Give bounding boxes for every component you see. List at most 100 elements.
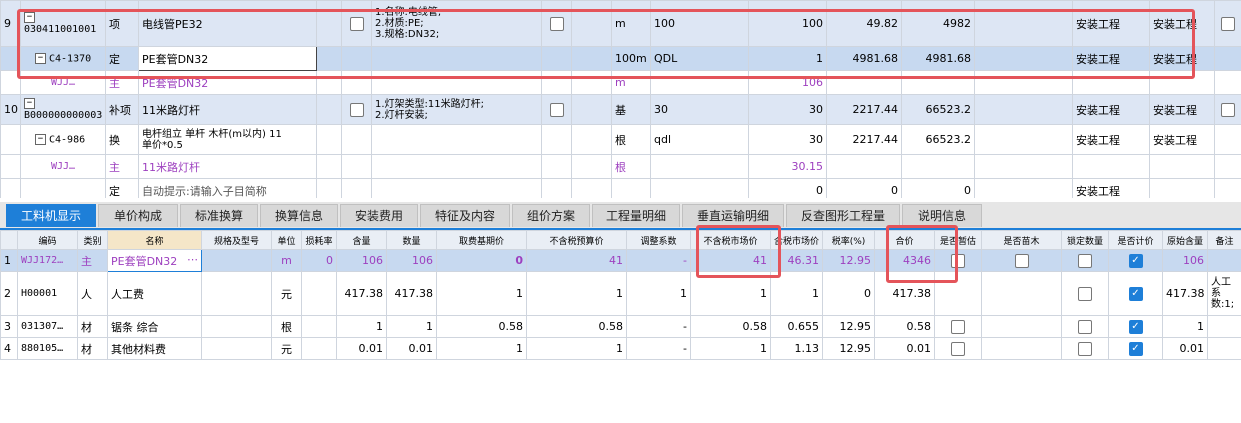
material-remark[interactable] [1207, 337, 1241, 360]
material-spec[interactable] [201, 249, 272, 272]
tab-unit-price[interactable]: 单价构成 [98, 204, 178, 227]
checkbox-icon[interactable] [1078, 319, 1092, 334]
material-code[interactable]: 880105… [17, 337, 78, 360]
tab-pricing-scheme[interactable]: 组价方案 [512, 204, 590, 227]
estimate-checkbox-cell[interactable] [934, 315, 982, 338]
header-base-price[interactable]: 取费基期价 [436, 230, 527, 250]
priced-checkbox-cell[interactable]: ✓ [1108, 271, 1163, 316]
header-type[interactable]: 类别 [77, 230, 108, 250]
header-loss[interactable]: 损耗率 [301, 230, 337, 250]
material-tax-rate[interactable]: 0 [822, 271, 875, 316]
material-row-4[interactable]: 4 880105… 材 其他材料费 元 0.01 0.01 1 1 - 1 1.… [0, 337, 1241, 360]
material-qty[interactable]: 106 [386, 249, 437, 272]
tab-conversion-info[interactable]: 换算信息 [260, 204, 338, 227]
checkbox-icon[interactable] [1221, 16, 1235, 31]
material-name[interactable]: 其他材料费 [107, 337, 202, 360]
bill-row-9[interactable]: 9 −030411001001 项 电线管PE32 1.名称:电线管; 2.材质:… [0, 0, 1241, 47]
bill-subrow-main-material[interactable]: WJJ… 主 PE套管DN32 m 106 [0, 70, 1241, 95]
checkbox-cell[interactable] [1214, 94, 1241, 125]
item-qty-expr[interactable]: QDL [650, 46, 749, 71]
checkbox-icon[interactable] [549, 102, 564, 117]
material-adjust[interactable]: - [626, 315, 691, 338]
checkbox-icon[interactable] [1078, 286, 1092, 301]
item-name[interactable]: 11米路灯杆 [138, 154, 317, 179]
material-row-2[interactable]: 2 H00001 人 人工费 元 417.38 417.38 1 1 1 1 1… [0, 271, 1241, 316]
lock-checkbox-cell[interactable] [1061, 271, 1109, 316]
header-is-seedling[interactable]: 是否苗木 [981, 230, 1062, 250]
checkbox-cell[interactable] [541, 0, 572, 47]
item-qty-expr[interactable]: 100 [650, 0, 749, 47]
material-market-price[interactable]: 0.58 [690, 315, 771, 338]
bill-subrow-c4-1370[interactable]: − C4-1370 定 PE套管DN32 100m QDL 1 4981.68 4… [0, 46, 1241, 71]
lock-checkbox-cell[interactable] [1061, 249, 1109, 272]
material-remark[interactable] [1207, 249, 1241, 272]
checkbox-icon[interactable] [951, 319, 965, 334]
header-adjust[interactable]: 调整系数 [626, 230, 691, 250]
tab-description[interactable]: 说明信息 [902, 204, 982, 227]
checkbox-checked-icon[interactable]: ✓ [1128, 319, 1143, 334]
header-is-estimate[interactable]: 是否暂估 [934, 230, 982, 250]
item-code[interactable]: WJJ… [20, 154, 106, 179]
material-name[interactable]: 人工费 [107, 271, 202, 316]
material-loss[interactable] [301, 337, 337, 360]
priced-checkbox-cell[interactable]: ✓ [1108, 337, 1163, 360]
header-name[interactable]: 名称 [107, 230, 202, 250]
material-code[interactable]: H00001 [17, 271, 78, 316]
material-name[interactable]: 锯条 综合 [107, 315, 202, 338]
material-row-1[interactable]: 1 WJJ172… 主 PE套管DN32 ⋯ m 0 106 106 0 41 … [0, 249, 1241, 272]
header-remark[interactable]: 备注 [1207, 230, 1241, 250]
header-qty[interactable]: 数量 [386, 230, 437, 250]
material-market-price[interactable]: 1 [690, 337, 771, 360]
item-spec[interactable]: 1.灯架类型:11米路灯杆; 2.灯杆安装; [371, 94, 542, 125]
tab-features[interactable]: 特征及内容 [420, 204, 510, 227]
material-adjust[interactable]: - [626, 337, 691, 360]
bill-subrow-new[interactable]: 定 自动提示:请输入子目简称 0 0 0 安装工程 [0, 178, 1241, 198]
material-qty[interactable]: 0.01 [386, 337, 437, 360]
item-spec[interactable]: 1.名称:电线管; 2.材质:PE; 3.规格:DN32; [371, 0, 542, 47]
material-tax-rate[interactable]: 12.95 [822, 249, 875, 272]
header-budget-price[interactable]: 不含税预算价 [526, 230, 627, 250]
material-market-price-tax[interactable]: 1 [770, 271, 823, 316]
material-market-price-tax[interactable]: 1.13 [770, 337, 823, 360]
material-qty[interactable]: 417.38 [386, 271, 437, 316]
bill-subrow-c4-986[interactable]: − C4-986 换 电杆组立 单杆 木杆(m以内) 11 单价*0.5 根 qdl… [0, 124, 1241, 155]
material-content[interactable]: 417.38 [336, 271, 387, 316]
header-unit[interactable]: 单位 [271, 230, 302, 250]
material-loss[interactable] [301, 271, 337, 316]
item-name[interactable]: 电线管PE32 [138, 0, 317, 47]
tab-install-fee[interactable]: 安装费用 [340, 204, 418, 227]
material-code[interactable]: WJJ172… [17, 249, 78, 272]
material-code[interactable]: 031307… [17, 315, 78, 338]
material-row-3[interactable]: 3 031307… 材 锯条 综合 根 1 1 0.58 0.58 - 0.58… [0, 315, 1241, 338]
bill-subrow-main-material[interactable]: WJJ… 主 11米路灯杆 根 30.15 [0, 154, 1241, 179]
material-content[interactable]: 0.01 [336, 337, 387, 360]
tab-vertical-transport[interactable]: 垂直运输明细 [682, 204, 784, 227]
checkbox-cell[interactable] [341, 94, 372, 125]
checkbox-icon[interactable] [951, 253, 965, 268]
item-name[interactable]: 电杆组立 单杆 木杆(m以内) 11 单价*0.5 [138, 124, 317, 155]
material-market-price-tax[interactable]: 0.655 [770, 315, 823, 338]
material-adjust[interactable]: - [626, 249, 691, 272]
header-original-content[interactable]: 原始含量 [1162, 230, 1208, 250]
header-code[interactable]: 编码 [17, 230, 78, 250]
item-code[interactable]: − C4-1370 [20, 46, 106, 71]
header-market-price[interactable]: 不含税市场价 [690, 230, 771, 250]
material-name-editor[interactable]: PE套管DN32 ⋯ [107, 249, 202, 272]
checkbox-icon[interactable] [1078, 253, 1092, 268]
material-spec[interactable] [201, 271, 272, 316]
material-content[interactable]: 106 [336, 249, 387, 272]
checkbox-icon[interactable] [1221, 102, 1235, 117]
checkbox-checked-icon[interactable]: ✓ [1128, 341, 1143, 356]
material-remark[interactable] [1207, 315, 1241, 338]
item-qty-expr[interactable]: 30 [650, 94, 749, 125]
tree-collapse-icon[interactable]: − [24, 12, 35, 24]
tree-collapse-icon[interactable]: − [35, 133, 46, 145]
material-tax-rate[interactable]: 12.95 [822, 315, 875, 338]
material-loss[interactable]: 0 [301, 249, 337, 272]
material-content[interactable]: 1 [336, 315, 387, 338]
material-loss[interactable] [301, 315, 337, 338]
lock-checkbox-cell[interactable] [1061, 315, 1109, 338]
item-name[interactable]: 11米路灯杆 [138, 94, 317, 125]
item-code[interactable] [20, 178, 106, 198]
header-market-price-tax[interactable]: 含税市场价 [770, 230, 823, 250]
